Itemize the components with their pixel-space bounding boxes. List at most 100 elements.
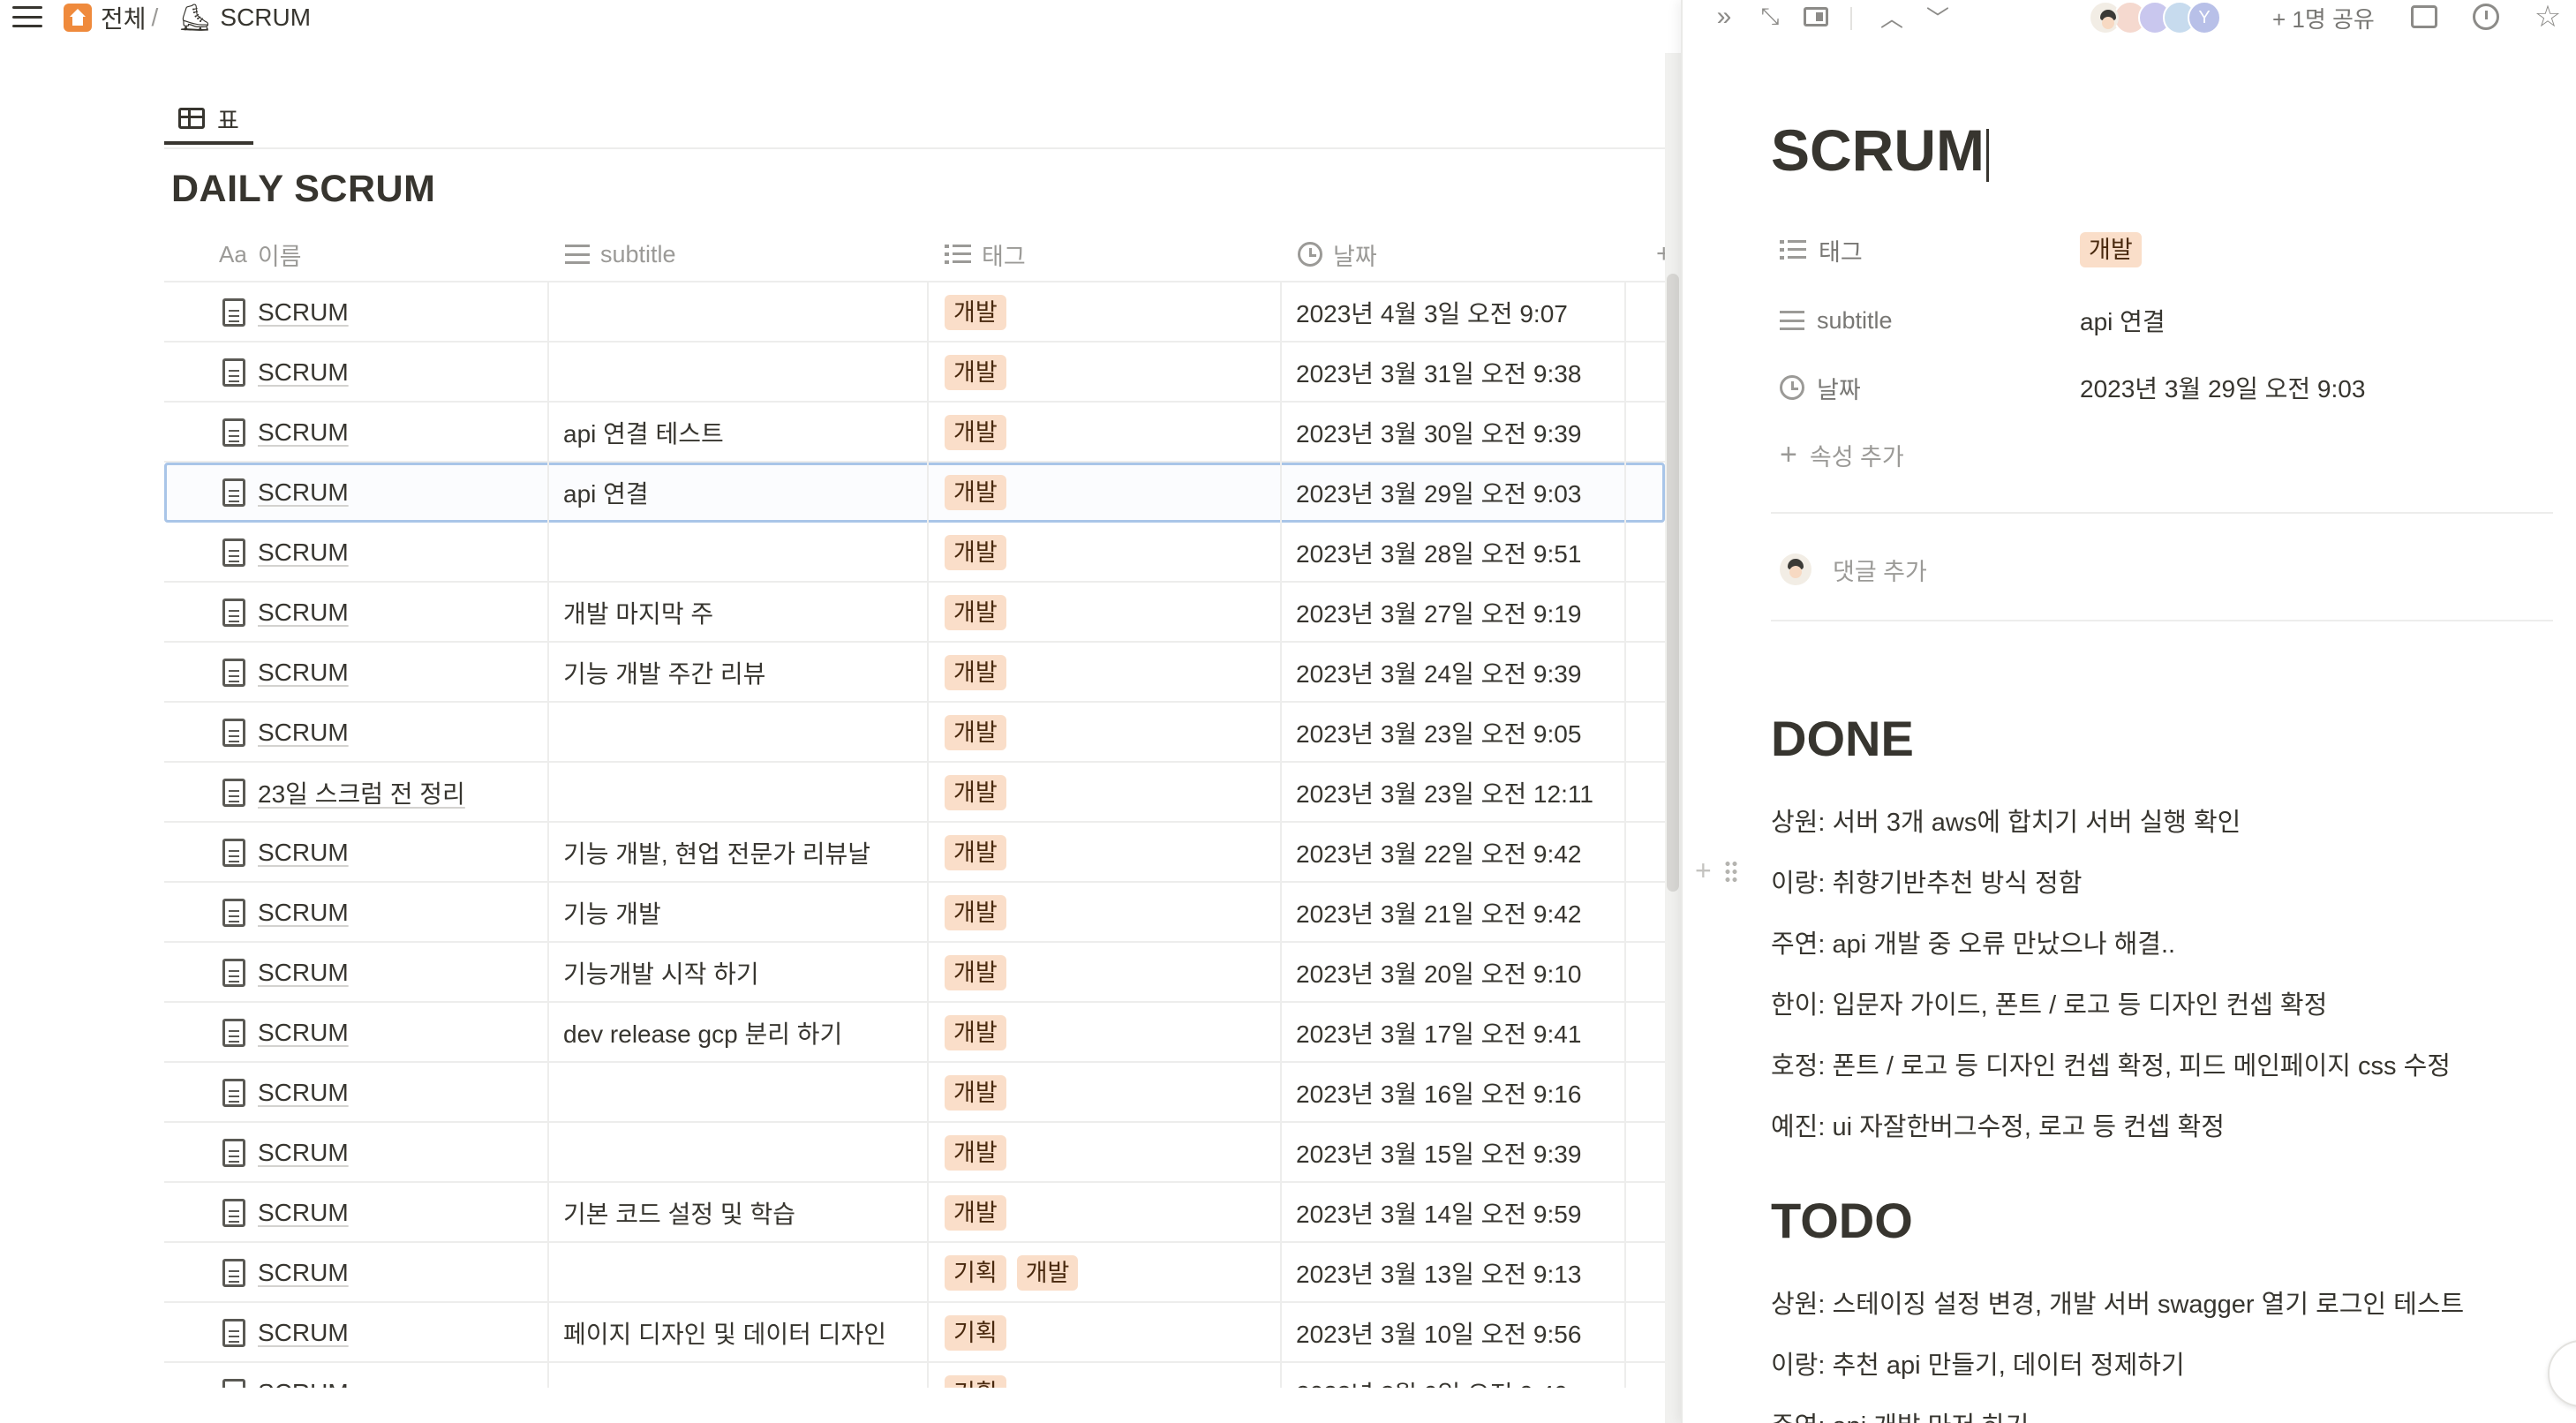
row-title[interactable]: SCRUM [258,839,349,867]
cell-subtitle[interactable] [549,703,929,763]
cell-name[interactable]: SCRUM [164,1063,549,1123]
cell-subtitle[interactable]: 기능 개발, 현업 전문가 리뷰날 [549,823,929,883]
text-block[interactable]: 이랑: 추천 api 만들기, 데이터 정제하기 [1771,1344,2185,1382]
property-tag[interactable]: 태그 [1780,228,1863,272]
done-heading[interactable]: DONE [1771,710,1914,767]
table-row[interactable]: SCRUM 기능개발 시작 하기 개발 2023년 3월 20일 오전 9:10 [164,943,1665,1003]
cell-subtitle[interactable] [549,763,929,823]
cell-date[interactable]: 2023년 3월 30일 오전 9:39 [1282,403,1626,463]
row-title[interactable]: 23일 스크럼 전 정리 [258,775,465,810]
add-block-icon[interactable]: + [1695,855,1712,887]
cell-tag[interactable]: 개발 [929,823,1282,883]
cell-name[interactable]: SCRUM [164,1303,549,1363]
text-block[interactable]: 상원: 스테이징 설정 변경, 개발 서버 swagger 열기 로그인 테스트 [1771,1284,2464,1321]
table-row[interactable]: SCRUM 개발 2023년 4월 3일 오전 9:07 [164,282,1665,343]
property-tag-value[interactable]: 개발 [2080,228,2142,272]
cell-name[interactable]: SCRUM [164,523,549,583]
cell-name[interactable]: SCRUM [164,1003,549,1063]
text-block[interactable]: 한이: 입문자 가이드, 폰트 / 로고 등 디자인 컨셉 확정 [1771,984,2327,1021]
text-block[interactable]: 주연: api 개발 마저 하기... [1771,1405,2051,1423]
row-title[interactable]: SCRUM [258,1019,349,1047]
cell-subtitle[interactable] [549,343,929,403]
cell-name[interactable]: SCRUM [164,583,549,643]
cell-tag[interactable]: 개발 [929,703,1282,763]
cell-date[interactable]: 2023년 3월 17일 오전 9:41 [1282,1003,1626,1063]
cell-date[interactable]: 2023년 3월 23일 오전 12:11 [1282,763,1626,823]
cell-name[interactable]: SCRUM [164,1243,549,1303]
cell-name[interactable]: SCRUM [164,643,549,703]
property-date[interactable]: 날짜 [1780,365,1861,410]
cell-subtitle[interactable]: 기능 개발 주간 리뷰 [549,643,929,703]
cell-subtitle[interactable] [549,523,929,583]
row-title[interactable]: SCRUM [258,358,349,387]
row-title[interactable]: SCRUM [258,899,349,927]
column-header-date[interactable]: 날짜 [1298,226,1377,282]
cell-tag[interactable]: 개발 [929,1123,1282,1183]
cell-tag[interactable]: 개발 [929,643,1282,703]
cell-date[interactable]: 2023년 3월 15일 오전 9:39 [1282,1123,1626,1183]
cell-tag[interactable]: 개발 [929,523,1282,583]
text-block[interactable]: 주연: api 개발 중 오류 만났으나 해결.. [1771,923,2175,960]
table-row[interactable]: 23일 스크럼 전 정리 개발 2023년 3월 23일 오전 12:11 [164,763,1665,823]
previous-page-icon[interactable]: ︿ [1877,2,1907,32]
table-row[interactable]: SCRUM 개발 2023년 3월 31일 오전 9:38 [164,343,1665,403]
row-title[interactable]: SCRUM [258,298,349,327]
row-title[interactable]: SCRUM [258,1259,349,1287]
table-row[interactable]: SCRUM api 연결 테스트 개발 2023년 3월 30일 오전 9:39 [164,403,1665,463]
cell-date[interactable]: 2023년 3월 22일 오전 9:42 [1282,823,1626,883]
table-row[interactable]: SCRUM 기능 개발 주간 리뷰 개발 2023년 3월 24일 오전 9:39 [164,643,1665,703]
cell-subtitle[interactable]: api 연결 테스트 [549,403,929,463]
cell-name[interactable]: 23일 스크럼 전 정리 [164,763,549,823]
row-title[interactable]: SCRUM [258,538,349,567]
cell-date[interactable]: 2023년 4월 3일 오전 9:07 [1282,282,1626,343]
cell-subtitle[interactable]: dev release gcp 분리 하기 [549,1003,929,1063]
cell-tag[interactable]: 개발 [929,583,1282,643]
cell-subtitle[interactable] [549,282,929,343]
comment-input[interactable]: 댓글 추가 [1780,547,1927,591]
table-row[interactable]: SCRUM 개발 마지막 주 개발 2023년 3월 27일 오전 9:19 [164,583,1665,643]
cell-tag[interactable]: 개발 [929,943,1282,1003]
block-handle[interactable]: + [1695,855,1738,887]
drag-handle-icon[interactable] [1723,859,1738,883]
cell-name[interactable]: SCRUM [164,943,549,1003]
cell-subtitle[interactable] [549,1063,929,1123]
cell-date[interactable]: 2023년 3월 31일 오전 9:38 [1282,343,1626,403]
row-title[interactable]: SCRUM [258,1199,349,1227]
cell-date[interactable]: 2023년 3월 10일 오전 9:56 [1282,1303,1626,1363]
tab-table-view[interactable]: 표 [164,95,253,145]
todo-heading[interactable]: TODO [1771,1192,1913,1249]
property-date-value[interactable]: 2023년 3월 29일 오전 9:03 [2080,365,2365,410]
cell-name[interactable]: SCRUM [164,463,549,523]
cell-tag[interactable]: 개발 [929,343,1282,403]
cell-date[interactable]: 2023년 3월 24일 오전 9:39 [1282,643,1626,703]
table-row[interactable]: SCRUM dev release gcp 분리 하기 개발 2023년 3월 17일… [164,1003,1665,1063]
cell-tag[interactable]: 개발 [929,1063,1282,1123]
peek-mode-icon[interactable] [1801,2,1831,32]
cell-name[interactable]: SCRUM [164,403,549,463]
help-button[interactable] [2548,1340,2576,1407]
home-icon[interactable] [64,4,92,32]
table-row[interactable]: SCRUM api 연결 개발 2023년 3월 29일 오전 9:03 [164,463,1665,523]
cell-name[interactable]: SCRUM [164,1363,549,1388]
cell-name[interactable]: SCRUM [164,343,549,403]
collaborator-avatars[interactable]: Y [2089,0,2221,35]
table-row[interactable]: SCRUM 개발 2023년 3월 15일 오전 9:39 [164,1123,1665,1183]
expand-icon[interactable]: ⤡ [1755,2,1785,32]
cell-tag[interactable]: 개발 [929,1003,1282,1063]
cell-date[interactable]: 2023년 3월 29일 오전 9:03 [1282,463,1626,523]
cell-tag[interactable]: 개발 [929,282,1282,343]
property-subtitle-value[interactable]: api 연결 [2080,298,2165,343]
cell-date[interactable]: 2023년 3월 16일 오전 9:16 [1282,1063,1626,1123]
cell-subtitle[interactable]: 기능 개발 [549,883,929,943]
text-block[interactable]: 이랑: 취향기반추천 방식 정함 [1771,862,2082,900]
cell-name[interactable]: SCRUM [164,282,549,343]
history-icon[interactable] [2468,2,2504,32]
breadcrumb-home[interactable]: 전체 [101,0,147,35]
cell-date[interactable]: 2023년 3월 23일 오전 9:05 [1282,703,1626,763]
cell-date[interactable]: 2023년 3월 20일 오전 9:10 [1282,943,1626,1003]
row-title[interactable]: SCRUM [258,418,349,447]
cell-date[interactable]: 2023년 3월 9일 오전 9:40 [1282,1363,1626,1388]
column-header-name[interactable]: Aa 이름 [219,226,302,282]
cell-name[interactable]: SCRUM [164,703,549,763]
text-block[interactable]: 상원: 서버 3개 aws에 합치기 서버 실행 확인 [1771,802,2241,839]
